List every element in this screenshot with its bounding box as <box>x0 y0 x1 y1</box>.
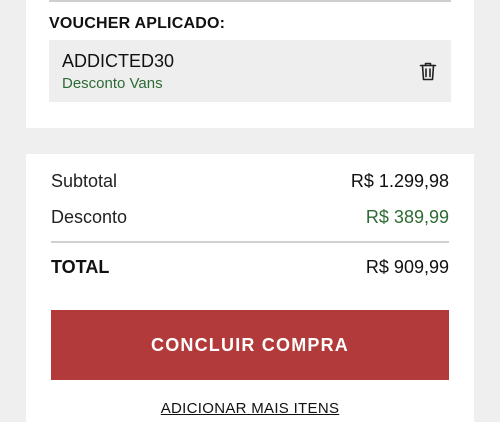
voucher-description: Desconto Vans <box>62 75 163 92</box>
subtotal-row: Subtotal R$ 1.299,98 <box>51 169 449 193</box>
discount-label: Desconto <box>51 206 128 227</box>
voucher-heading: VOUCHER APLICADO: <box>49 15 226 32</box>
add-more-items-link[interactable]: ADICIONAR MAIS ITENS <box>26 400 474 417</box>
trash-icon[interactable] <box>417 60 439 82</box>
remove-voucher-button[interactable] <box>417 60 439 82</box>
discount-row: Desconto R$ 389,99 <box>51 205 449 229</box>
subtotal-label: Subtotal <box>51 170 118 191</box>
checkout-button[interactable]: CONCLUIR COMPRA <box>51 310 449 380</box>
total-row: TOTAL R$ 909,99 <box>51 255 449 279</box>
divider <box>49 0 451 2</box>
divider <box>51 241 449 243</box>
total-label: TOTAL <box>51 256 110 277</box>
voucher-card: VOUCHER APLICADO: ADDICTED30 Desconto Va… <box>26 0 474 128</box>
order-summary-card: Subtotal R$ 1.299,98 Desconto R$ 389,99 … <box>26 154 474 422</box>
cart-summary-page: VOUCHER APLICADO: ADDICTED30 Desconto Va… <box>0 0 500 422</box>
subtotal-value: R$ 1.299,98 <box>350 170 449 191</box>
applied-voucher: ADDICTED30 Desconto Vans <box>49 40 451 102</box>
voucher-code: ADDICTED30 <box>62 51 175 71</box>
total-value: R$ 909,99 <box>365 256 449 277</box>
discount-value: R$ 389,99 <box>365 206 449 227</box>
